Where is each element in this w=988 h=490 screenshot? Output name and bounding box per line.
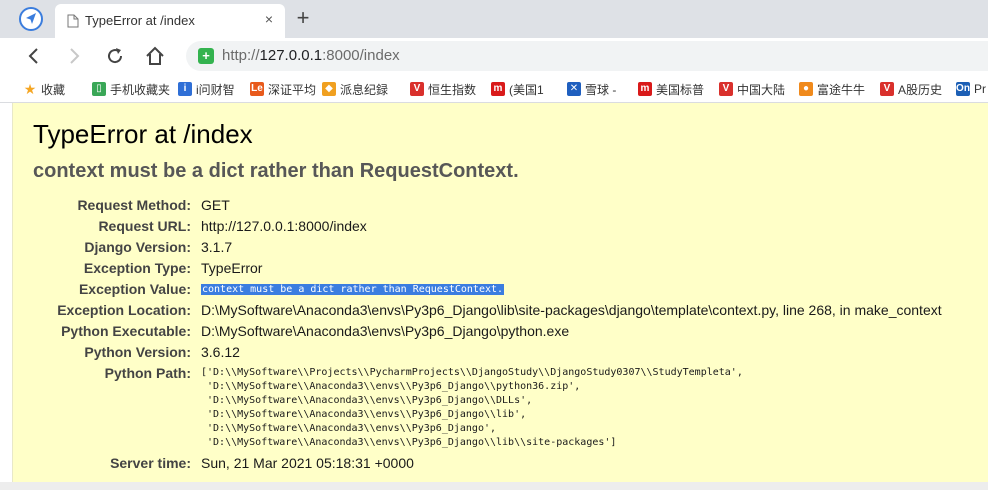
back-arrow-icon (28, 48, 38, 64)
meta-row-exception-location: Exception Location: D:\MySoftware\Anacon… (57, 302, 942, 318)
horizontal-scrollbar[interactable] (0, 482, 988, 490)
reload-icon (108, 48, 123, 64)
bookmark-label: 富途牛牛 (817, 82, 866, 97)
tab-close-icon[interactable]: × (260, 11, 278, 27)
bookmark-label: 恒生指数 (428, 82, 477, 97)
on-icon: On (956, 82, 970, 96)
bookmark-label: 深证平均 (268, 82, 317, 97)
bookmark-item[interactable]: i i问财智 (178, 80, 246, 98)
bookmark-item[interactable]: m (美国1 (491, 80, 563, 98)
meta-row-python-version: Python Version: 3.6.12 (84, 344, 240, 360)
error-title: TypeError at /index (33, 119, 253, 149)
bookmark-item[interactable]: V A股历史 (880, 80, 952, 98)
browser-logo-icon[interactable] (19, 7, 43, 31)
meta-row-django-version: Django Version: 3.1.7 (84, 239, 233, 255)
bookmark-label: 雪球 - (585, 82, 617, 97)
bookmarks-bar: ★ 收藏 ▯ 手机收藏夹 i i问财智 Le 深证平均 ◆ 派息纪録 V 恒生指数 m (美国1 ✕ 雪球 -… (0, 74, 988, 103)
bookmark-label: 中国大陆 (737, 82, 786, 97)
django-error-page: TypeError at /index context must be a di… (12, 103, 988, 482)
bookmark-label: (美国1 (509, 82, 544, 97)
meta-row-python-executable: Python Executable: D:\MySoftware\Anacond… (61, 323, 570, 339)
forward-button[interactable] (63, 45, 85, 67)
bookmark-item[interactable]: ● 富途牛牛 (799, 80, 876, 98)
forward-arrow-icon (70, 48, 80, 64)
python-path-entry: ['D:\\MySoftware\\Projects\\PycharmProje… (201, 367, 743, 378)
bookmark-item[interactable]: ★ 收藏 (23, 80, 89, 98)
bookmark-item[interactable]: ✕ 雪球 - (567, 80, 635, 98)
python-path-entry: 'D:\\MySoftware\\Anaconda3\\envs\\Py3p6_… (201, 436, 617, 448)
tab-bar: TypeError at /index × + (0, 0, 988, 38)
bookmark-label: Pr (974, 82, 986, 96)
m-icon: m (491, 82, 505, 96)
bookmark-label: 美国标普 (656, 82, 705, 97)
shield-icon[interactable]: + (198, 48, 214, 64)
star-icon: ★ (23, 81, 37, 97)
exception-value-selected[interactable]: context must be a dict rather than Reque… (201, 284, 505, 295)
home-button[interactable] (144, 45, 166, 67)
reload-button[interactable] (104, 45, 126, 67)
bookmark-item[interactable]: Le 深证平均 (250, 80, 318, 98)
python-path-entry: 'D:\\MySoftware\\Anaconda3\\envs\\Py3p6_… (201, 394, 533, 406)
bookmark-label: A股历史 (898, 82, 943, 97)
address-bar[interactable]: + http://127.0.0.1:8000/index (186, 41, 988, 71)
page-icon (67, 14, 79, 28)
v-icon: V (880, 82, 894, 96)
meta-row-request-url: Request URL: http://127.0.0.1:8000/index (98, 218, 367, 234)
tab-title: TypeError at /index (85, 13, 195, 28)
bookmark-label: 手机收藏夹 (110, 82, 171, 97)
python-path-entry: 'D:\\MySoftware\\Anaconda3\\envs\\Py3p6_… (201, 380, 581, 392)
meta-row-exception-type: Exception Type: TypeError (83, 260, 263, 276)
bookmark-item[interactable]: V 恒生指数 (410, 80, 487, 98)
xueqiu-icon: ✕ (567, 82, 581, 96)
bookmark-item[interactable]: V 中国大陆 (719, 80, 795, 98)
new-tab-button[interactable]: + (292, 5, 314, 31)
futu-icon: ● (799, 82, 813, 96)
bookmark-item[interactable]: ◆ 派息纪録 (322, 80, 406, 98)
bookmark-item[interactable]: m 美国标普 (638, 80, 715, 98)
error-message: context must be a dict rather than Reque… (33, 160, 519, 182)
url-field[interactable]: http://127.0.0.1:8000/index (222, 47, 400, 64)
paixi-icon: ◆ (322, 82, 336, 96)
python-path-list: ['D:\\MySoftware\\Projects\\PycharmProje… (201, 366, 743, 449)
le-icon: Le (250, 82, 264, 96)
bookmark-item[interactable]: ▯ 手机收藏夹 (92, 80, 174, 98)
bookmark-label: 派息纪録 (340, 82, 389, 97)
python-path-entry: 'D:\\MySoftware\\Anaconda3\\envs\\Py3p6_… (201, 408, 527, 420)
v-icon: V (410, 82, 424, 96)
m-icon: m (638, 82, 652, 96)
meta-row-server-time: Server time: Sun, 21 Mar 2021 05:18:31 +… (110, 455, 414, 471)
iwencai-icon: i (178, 82, 192, 96)
browser-tab[interactable]: TypeError at /index × (55, 4, 285, 38)
phone-icon: ▯ (92, 82, 106, 96)
bookmark-label: 收藏 (41, 82, 66, 97)
bookmark-label: i问财智 (196, 82, 235, 97)
v-icon: V (719, 82, 733, 96)
meta-row-request-method: Request Method: GET (77, 197, 230, 213)
navigation-toolbar: + http://127.0.0.1:8000/index (0, 38, 988, 74)
bookmark-item[interactable]: On Pr (956, 80, 988, 98)
meta-row-exception-value: Exception Value: context must be a dict … (78, 281, 505, 297)
python-path-entry: 'D:\\MySoftware\\Anaconda3\\envs\\Py3p6_… (201, 422, 497, 434)
home-icon (146, 46, 164, 65)
back-button[interactable] (23, 45, 45, 67)
